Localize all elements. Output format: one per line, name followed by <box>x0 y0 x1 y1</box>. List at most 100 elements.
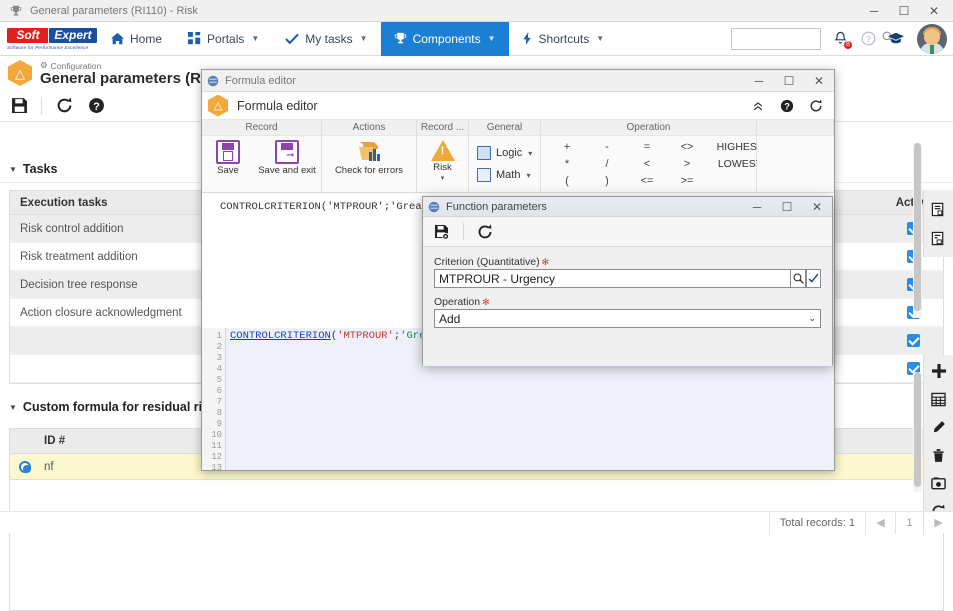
tasks-scrollbar[interactable] <box>913 143 922 318</box>
check-for-errors-button[interactable]: Check for errors <box>324 136 414 176</box>
operation-select[interactable]: Add ⌄ <box>434 309 821 328</box>
collapse-icon[interactable] <box>750 98 766 114</box>
fe-minimize-button[interactable]: ─ <box>744 70 774 91</box>
fp-close-button[interactable]: ✕ <box>802 196 832 217</box>
svg-text:?: ? <box>93 101 100 113</box>
ribbon-group-record: Record <box>202 120 322 136</box>
save-button[interactable]: Save <box>202 136 254 176</box>
op-minus[interactable]: - <box>587 141 627 153</box>
op-plus[interactable]: + <box>547 141 587 153</box>
window-maximize-button[interactable]: ☐ <box>889 0 919 21</box>
row-radio[interactable] <box>10 460 40 473</box>
add-icon[interactable] <box>929 363 949 379</box>
residual-scrollbar[interactable] <box>913 372 922 492</box>
op-multiply[interactable]: * <box>547 158 587 170</box>
ribbon-general-group: Logic ▾ Math ▾ <box>469 136 541 192</box>
op-equals[interactable]: = <box>627 141 667 153</box>
preview-icon[interactable] <box>929 476 949 491</box>
nav-item-portals[interactable]: Portals ▼ <box>175 22 272 56</box>
nav-item-my-tasks[interactable]: My tasks ▼ <box>272 22 380 56</box>
refresh-icon[interactable] <box>475 222 495 242</box>
pager-next-button[interactable]: ▶ <box>923 511 953 534</box>
grid-icon[interactable] <box>929 392 949 407</box>
help-icon[interactable]: ? <box>779 98 795 114</box>
line-number: 4 <box>216 364 222 374</box>
op-divide[interactable]: / <box>587 158 627 170</box>
graduation-cap-icon[interactable] <box>887 30 905 48</box>
window-close-button[interactable]: ✕ <box>919 0 949 21</box>
save-and-exit-button-label: Save and exit <box>258 165 316 176</box>
avatar[interactable] <box>917 23 947 54</box>
softexpert-logo[interactable]: Soft Expert Software for Performance Exc… <box>6 25 98 53</box>
ribbon-record-type-group: ! Risk ▾ <box>417 136 469 192</box>
nav-item-home[interactable]: Home <box>98 22 175 56</box>
fe-maximize-button[interactable]: ☐ <box>774 70 804 91</box>
magnifier-icon[interactable] <box>791 269 806 288</box>
refresh-icon[interactable] <box>808 98 824 114</box>
nav-label-home: Home <box>130 31 163 46</box>
help-circle-icon[interactable]: ? <box>859 30 877 48</box>
line-number: 1 <box>216 331 222 341</box>
save-and-exit-button[interactable]: ➞ Save and exit <box>254 136 320 176</box>
fp-minimize-button[interactable]: ─ <box>742 196 772 217</box>
math-menu[interactable]: Math ▾ <box>469 164 530 186</box>
total-records-label: Total records: 1 <box>768 511 865 534</box>
line-number: 7 <box>216 397 222 407</box>
home-icon <box>111 32 124 45</box>
op-close-paren[interactable]: ) <box>587 175 627 187</box>
section-title-tasks: Tasks <box>22 162 58 176</box>
nav-label-components: Components <box>412 31 481 46</box>
bell-icon[interactable]: 8 <box>831 30 853 50</box>
criterion-input[interactable]: MTPROUR - Urgency <box>434 269 791 288</box>
ribbon-record-group: Save ➞ Save and exit <box>202 136 322 192</box>
nav-item-shortcuts[interactable]: Shortcuts ▼ <box>509 22 618 56</box>
criterion-field-row: MTPROUR - Urgency <box>434 269 821 288</box>
op-less-than[interactable]: < <box>627 158 667 170</box>
fe-close-button[interactable]: ✕ <box>804 70 834 91</box>
operation-row: ( ) <= >= <box>547 173 773 190</box>
line-number: 9 <box>216 419 222 429</box>
pager-prev-button[interactable]: ◀ <box>865 511 895 534</box>
line-number: 3 <box>216 353 222 363</box>
active-checkbox[interactable] <box>883 334 943 347</box>
op-not-equals[interactable]: <> <box>667 141 707 153</box>
toolbar-divider <box>41 96 42 115</box>
copy-record-icon[interactable] <box>929 199 949 219</box>
chevron-down-icon: ▼ <box>9 402 17 412</box>
nav-label-shortcuts: Shortcuts <box>538 31 590 46</box>
formula-editor-header-actions: ? <box>750 98 834 114</box>
logic-menu[interactable]: Logic ▾ <box>469 142 532 164</box>
right-rail-bottom <box>923 355 953 518</box>
op-less-equal[interactable]: <= <box>627 175 667 187</box>
app-header: Soft Expert Software for Performance Exc… <box>0 21 953 56</box>
search-box[interactable] <box>731 27 894 50</box>
fp-maximize-button[interactable]: ☐ <box>772 196 802 217</box>
save-icon[interactable] <box>9 96 29 116</box>
save-icon[interactable] <box>432 222 452 242</box>
pager-page-number[interactable]: 1 <box>895 511 923 534</box>
globe-icon <box>428 201 440 213</box>
delete-trash-icon[interactable] <box>929 448 949 463</box>
risk-button[interactable]: ! Risk ▾ <box>418 136 468 182</box>
line-number: 8 <box>216 408 222 418</box>
op-greater-than[interactable]: > <box>667 158 707 170</box>
window-minimize-button[interactable]: ─ <box>859 0 889 21</box>
help-icon[interactable]: ? <box>86 96 106 116</box>
paste-record-icon[interactable] <box>929 228 949 248</box>
op-greater-equal[interactable]: >= <box>667 175 707 187</box>
logo-part2: Expert <box>54 27 92 42</box>
nav-item-components[interactable]: Components ▼ <box>380 21 509 56</box>
op-open-paren[interactable]: ( <box>547 175 587 187</box>
toolbar-divider <box>463 223 464 240</box>
chevron-down-icon[interactable]: ▾ <box>441 174 445 182</box>
operation-field-label: Operation ✻ <box>434 296 821 308</box>
save-button-label: Save <box>217 165 239 176</box>
check-select-icon[interactable] <box>806 269 821 288</box>
refresh-icon[interactable] <box>54 96 74 116</box>
edit-pencil-icon[interactable] <box>929 420 949 435</box>
function-parameters-title: Function parameters <box>446 200 547 213</box>
function-parameters-body: Criterion (Quantitative) ✻ MTPROUR - Urg… <box>423 247 832 366</box>
chevron-down-icon: ▼ <box>487 34 496 43</box>
breadcrumb-label: Configuration <box>50 60 102 71</box>
ribbon-group-actions: Actions <box>322 120 417 136</box>
